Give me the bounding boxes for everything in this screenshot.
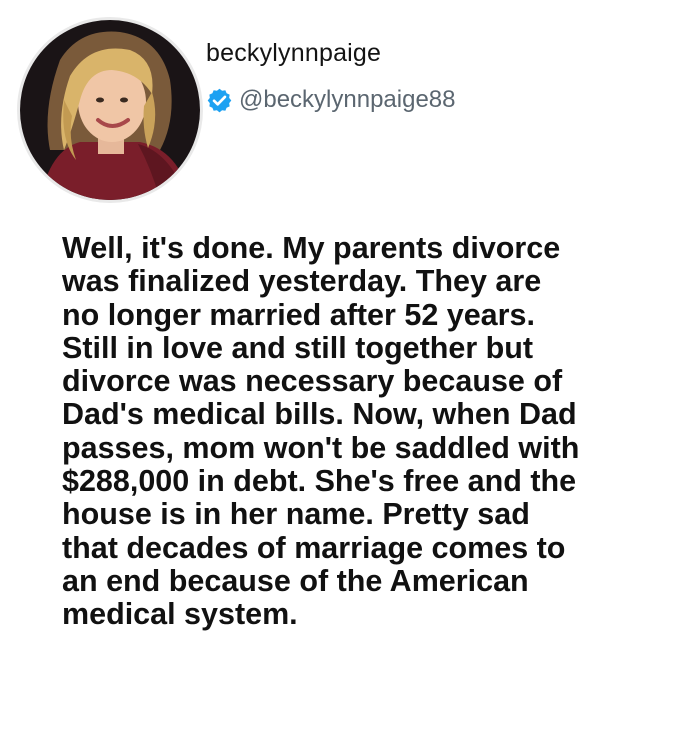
tweet-text-line: an end because of the American [62, 563, 529, 598]
tweet-text-line: Well, it's done. My parents divorce [62, 231, 561, 265]
tweet-text-line: was finalized yesterday. They are [62, 264, 542, 299]
user-info: beckylynnpaige @beckylynnpaige88 [206, 38, 666, 116]
tweet-card: beckylynnpaige @beckylynnpaige88 Well, i… [0, 0, 700, 750]
tweet-text-line: no longer married after 52 years. [62, 297, 535, 332]
avatar[interactable] [20, 20, 200, 200]
user-handle[interactable]: @beckylynnpaige88 [239, 86, 456, 114]
tweet-text-line: Dad's medical bills. Now, when Dad [62, 397, 577, 432]
tweet-text-line: $288,000 in debt. She's free and the [62, 464, 577, 499]
handle-row: @beckylynnpaige88 [206, 84, 666, 116]
verified-badge-icon [207, 88, 232, 112]
avatar-photo [20, 20, 200, 200]
tweet-text-line: Still in love and still together but [62, 330, 534, 365]
tweet-text: Well, it's done. My parents divorce was … [62, 231, 672, 632]
tweet-text-line: house is in her name. Pretty sad [62, 497, 530, 532]
tweet-text-line: that decades of marriage comes to [62, 530, 566, 565]
tweet-text-line: passes, mom won't be saddled with [62, 430, 580, 465]
tweet-text-line: divorce was necessary because of [62, 364, 563, 399]
tweet-header: beckylynnpaige @beckylynnpaige88 [20, 20, 680, 200]
tweet-text-line: medical system. [62, 597, 298, 632]
display-name[interactable]: beckylynnpaige [206, 38, 666, 68]
